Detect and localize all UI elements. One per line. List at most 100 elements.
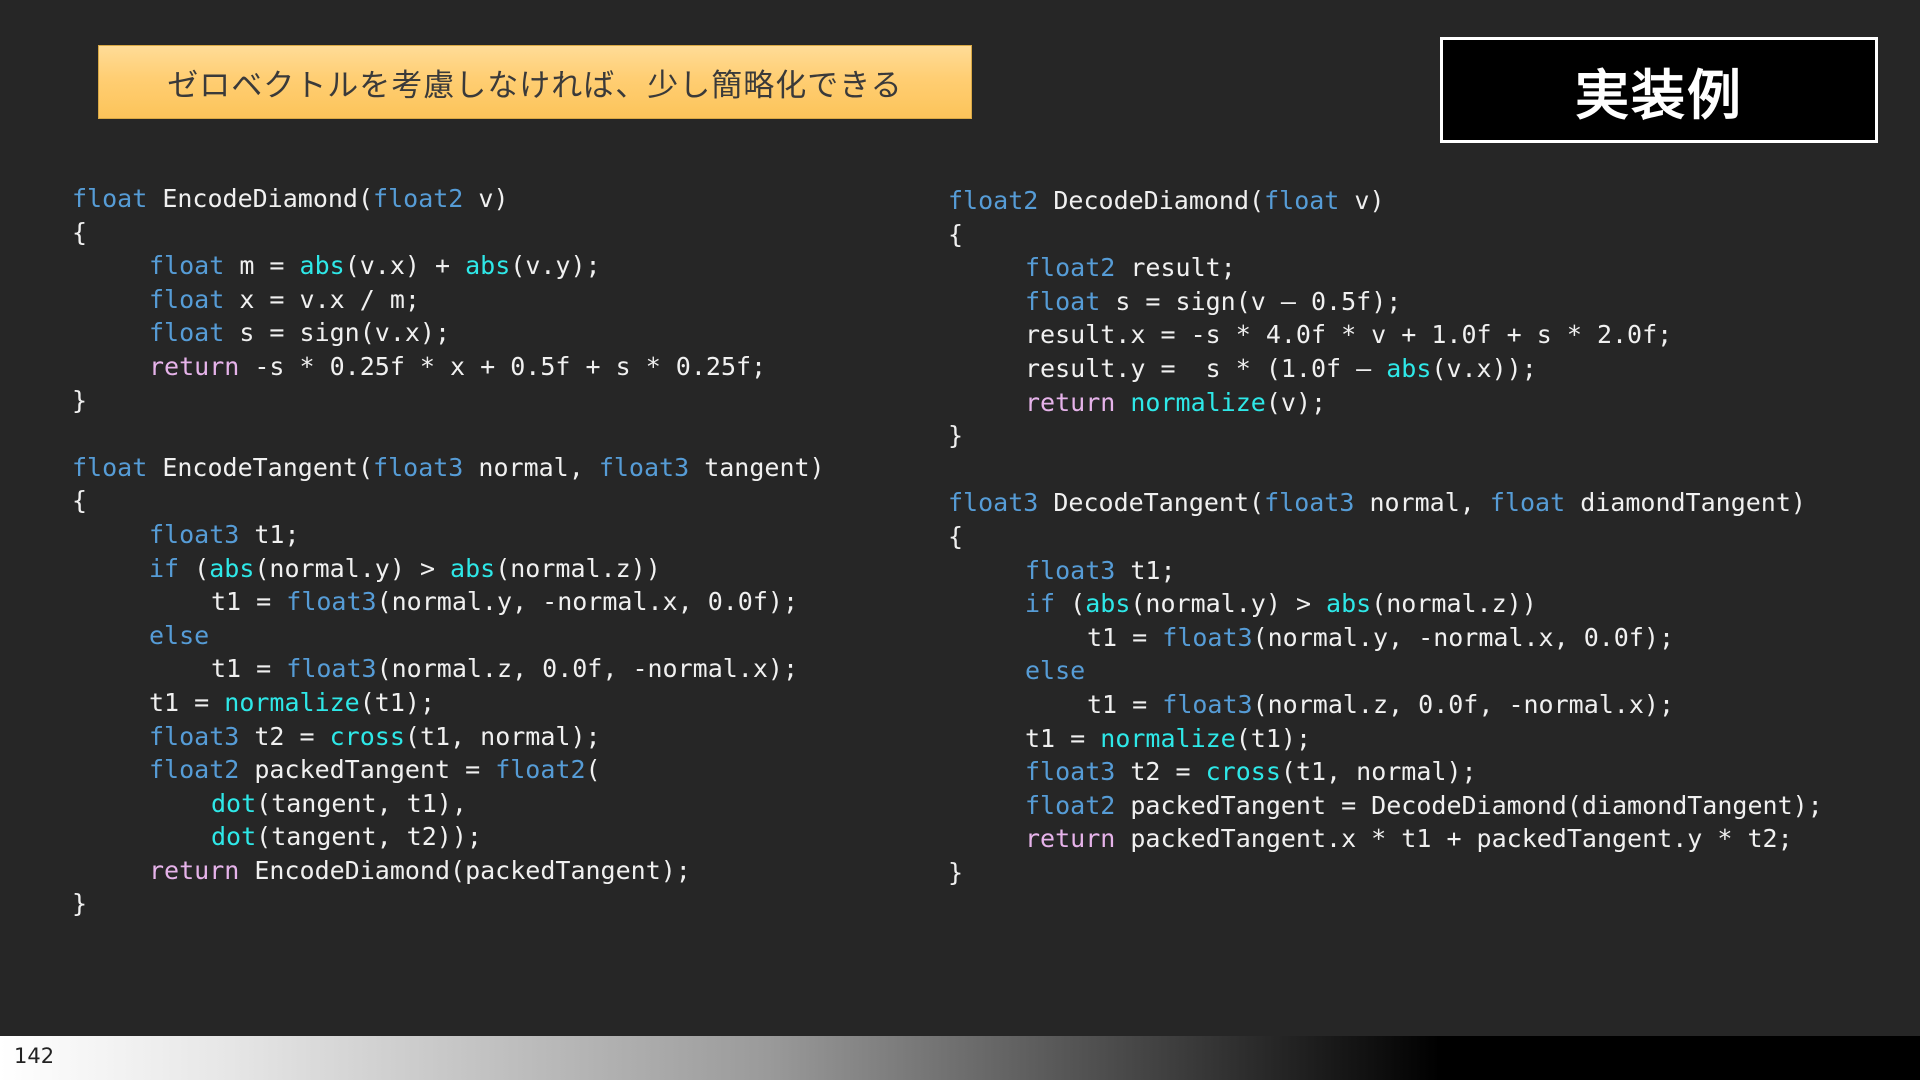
code-block-decode: float2 DecodeDiamond(float v){float2 res… — [948, 184, 1823, 889]
code-token: diamondTangent) — [1565, 488, 1806, 518]
slide: ゼロベクトルを考慮しなければ、少し簡略化できる 実装例 float Encode… — [0, 0, 1920, 1080]
code-token: float2 — [373, 184, 464, 213]
code-token: packedTangent = — [239, 755, 496, 785]
code-token: normalize — [1100, 723, 1236, 753]
code-token: t1 = — [149, 687, 225, 717]
code-line: if (abs(normal.y) > abs(normal.z)) — [72, 552, 825, 586]
code-line: float s = sign(v – 0.5f); — [948, 285, 1823, 319]
code-line: t1 = float3(normal.z, 0.0f, -normal.x); — [948, 688, 1823, 722]
code-token: } — [948, 857, 964, 887]
code-token: s = sign(v – 0.5f); — [1100, 286, 1402, 316]
code-token: EncodeTangent( — [147, 452, 374, 482]
code-token: (normal.y) > — [1130, 589, 1327, 619]
code-token: float2 — [495, 755, 586, 785]
code-token: t1 = — [1025, 723, 1101, 753]
code-line: { — [72, 216, 825, 250]
code-token: float — [149, 318, 225, 348]
code-line: float3 t2 = cross(t1, normal); — [72, 720, 825, 754]
callout-text: ゼロベクトルを考慮しなければ、少し簡略化できる — [167, 67, 903, 104]
code-token: float — [1264, 186, 1340, 215]
code-token: else — [1025, 656, 1086, 686]
code-token: float3 — [1025, 757, 1116, 787]
code-token: (tangent, t1), — [256, 788, 467, 818]
code-token: t1 = — [211, 654, 287, 684]
code-token: abs — [1085, 589, 1131, 619]
code-token: float — [1025, 286, 1101, 316]
code-token: t2 = — [1115, 757, 1206, 787]
code-token: t1 = — [1087, 689, 1163, 719]
code-token: v) — [1339, 186, 1385, 215]
code-line: float2 packedTangent = float2( — [72, 753, 825, 787]
code-token: float3 — [1025, 555, 1116, 585]
code-line: t1 = normalize(t1); — [72, 686, 825, 720]
code-token: float2 — [948, 186, 1039, 215]
code-token: float — [149, 251, 225, 281]
code-line: } — [948, 419, 1823, 453]
code-line: result.y = s * (1.0f – abs(v.x)); — [948, 352, 1823, 386]
code-line: float2 DecodeDiamond(float v) — [948, 184, 1823, 218]
code-token: float3 — [598, 452, 690, 482]
code-line: float3 t1; — [72, 518, 825, 552]
code-token: t2 = — [239, 721, 330, 751]
code-line: { — [948, 218, 1823, 252]
code-token: (tangent, t2)); — [256, 822, 482, 852]
code-token: -s * 0.25f * x + 0.5f + s * 0.25f; — [239, 351, 767, 381]
code-token: float3 — [286, 654, 377, 684]
code-token: t1; — [239, 519, 300, 549]
code-line: { — [72, 484, 825, 518]
code-token: float3 — [286, 587, 377, 617]
code-token: float2 — [149, 755, 240, 785]
code-token: abs — [450, 553, 496, 583]
code-line: return normalize(v); — [948, 386, 1823, 420]
code-line: float m = abs(v.x) + abs(v.y); — [72, 249, 825, 283]
code-token: float2 — [1025, 253, 1116, 283]
code-token: (normal.z, 0.0f, -normal.x); — [1252, 689, 1675, 719]
title-box: 実装例 — [1440, 37, 1878, 143]
code-line: return EncodeDiamond(packedTangent); — [72, 854, 825, 888]
code-line: else — [72, 619, 825, 653]
code-token: m = — [224, 251, 300, 281]
code-token: (t1); — [1235, 723, 1311, 753]
code-line: float3 DecodeTangent(float3 normal, floa… — [948, 486, 1823, 520]
code-token: DecodeTangent( — [1038, 488, 1265, 518]
code-line: } — [72, 384, 825, 418]
code-token: DecodeDiamond( — [1038, 186, 1265, 215]
code-token: dot — [211, 822, 257, 852]
code-line: float x = v.x / m; — [72, 283, 825, 317]
code-token: float3 — [1162, 689, 1253, 719]
code-token: if — [1025, 589, 1056, 619]
code-token: float — [72, 184, 148, 213]
code-token: ( — [179, 553, 210, 583]
code-line: } — [72, 887, 825, 921]
code-token: result.x = -s * 4.0f * v + 1.0f + s * 2.… — [1025, 320, 1673, 350]
code-token: float — [1489, 488, 1566, 518]
code-line: dot(tangent, t2)); — [72, 820, 825, 854]
code-token: } — [72, 385, 88, 415]
code-line: float2 result; — [948, 251, 1823, 285]
code-line: float2 packedTangent = DecodeDiamond(dia… — [948, 789, 1823, 823]
code-token: float3 — [1264, 488, 1355, 518]
code-token: } — [72, 889, 88, 919]
code-line: float EncodeTangent(float3 normal, float… — [72, 451, 825, 485]
code-token: (t1, normal); — [1280, 757, 1477, 787]
callout-banner: ゼロベクトルを考慮しなければ、少し簡略化できる — [98, 45, 972, 119]
code-token: (v.x) + — [344, 251, 466, 281]
code-token: (normal.y, -normal.x, 0.0f); — [1252, 622, 1675, 652]
code-token: return — [1025, 387, 1116, 417]
code-token: (v.x)); — [1431, 353, 1537, 383]
code-token: ( — [585, 755, 601, 785]
code-block-encode: float EncodeDiamond(float2 v){float m = … — [72, 182, 825, 921]
code-token: (normal.y, -normal.x, 0.0f); — [376, 587, 799, 617]
code-token: { — [948, 521, 964, 551]
code-line: return -s * 0.25f * x + 0.5f + s * 0.25f… — [72, 350, 825, 384]
code-token: normalize — [1130, 387, 1266, 417]
code-line: float3 t2 = cross(t1, normal); — [948, 755, 1823, 789]
code-token: (t1); — [359, 687, 435, 717]
code-token: if — [149, 553, 180, 583]
code-token: float — [72, 452, 148, 482]
code-token: return — [149, 855, 240, 885]
code-token: packedTangent = DecodeDiamond(diamondTan… — [1115, 790, 1823, 820]
